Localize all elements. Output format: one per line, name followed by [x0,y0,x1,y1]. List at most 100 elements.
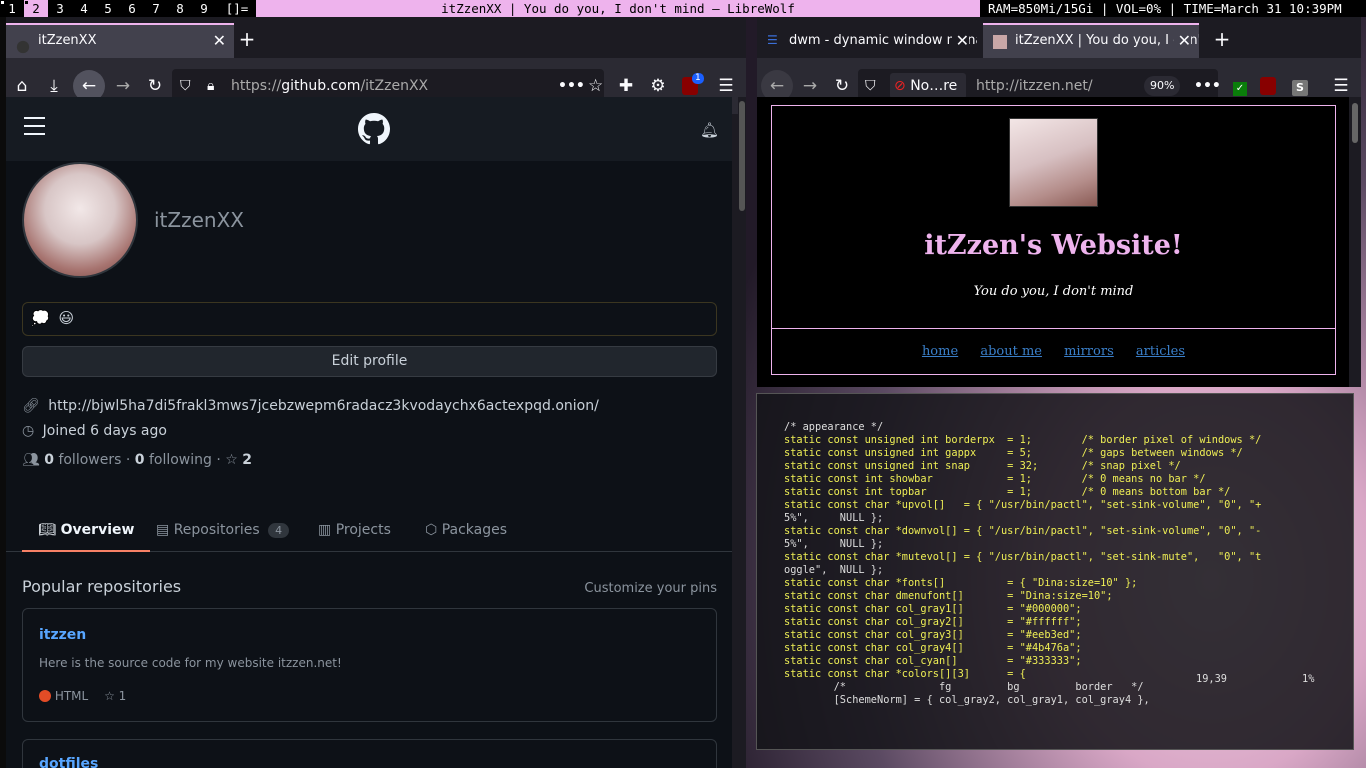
left-browser-window: itZzenXX ✕ + ⌂ ⤓ ← → ↻ ⛉ 🔒︎ https://gith… [0,17,746,768]
dwm-favicon-icon: ☰ [767,33,778,47]
repo-name-link[interactable]: itzzen [39,627,86,643]
tab-projects[interactable]: ▥ Projects [318,511,391,552]
close-tab-icon[interactable]: ✕ [213,25,226,56]
repo-count-badge: 4 [268,523,290,538]
tab-overview[interactable]: 📖︎ Overview [22,511,151,552]
site-avatar-image [1009,118,1098,207]
layout-symbol[interactable]: []= [222,0,252,17]
github-favicon-icon [16,35,30,54]
repo-stars[interactable]: 1 [119,689,127,703]
tab-dwm-title: dwm - dynamic window manager [789,33,977,48]
workspace-tag-2[interactable]: 2 [24,0,48,17]
tab-strip: itZzenXX ✕ + [6,17,746,58]
nav-link-articles[interactable]: articles [1136,344,1185,359]
notifications-bell-icon[interactable]: 🔔︎ [700,121,719,139]
scrollbar[interactable] [738,97,746,768]
workspace-tag-3[interactable]: 3 [48,0,72,17]
repo-language: HTML [54,689,89,703]
new-tab-button[interactable]: + [1207,23,1237,58]
followers-count[interactable]: 0 [44,452,54,468]
star-icon[interactable]: ☆ [104,689,115,703]
workspace-tag-7[interactable]: 7 [144,0,168,17]
itzzen-page: itZzen's Website! You do you, I don't mi… [757,97,1349,387]
workspace-tag-9[interactable]: 9 [192,0,216,17]
edit-profile-button[interactable]: Edit profile [22,346,717,377]
close-tab-icon[interactable]: ✕ [951,23,969,58]
workspace-tag-1[interactable]: 1 [0,0,24,17]
workspace-tag-5[interactable]: 5 [96,0,120,17]
site-title: itZzen's Website! [924,230,1183,261]
repo-meta: HTML ☆ 1 [39,689,126,703]
code-line: [SchemeNorm] = { col_gray2, col_gray1, c… [784,694,1150,706]
joined-text: Joined 6 days ago [42,423,167,439]
tab-packages[interactable]: ⬡ Packages [425,511,507,552]
nav-link-mirrors[interactable]: mirrors [1064,344,1114,359]
tab-projects-label: Projects [335,522,391,538]
package-icon: ⬡ [425,522,438,538]
url-scheme: https:// [231,78,282,94]
language-color-dot [39,690,51,702]
status-text: RAM=850Mi/15Gi | VOL=0% | TIME=March 31 … [988,1,1342,16]
following-count[interactable]: 0 [135,452,145,468]
tab-dwm[interactable]: ☰ dwm - dynamic window manager ✕ [757,23,977,58]
status-box[interactable]: 💭 😃 [22,302,717,336]
followers-label[interactable]: followers [58,452,121,468]
nav-link-about[interactable]: about me [980,344,1042,359]
customize-pins-link[interactable]: Customize your pins [584,581,717,596]
cursor-position: 19,39 [1196,673,1227,685]
code-line: static const char *fonts[] = { "Dina:siz… [784,577,1138,589]
tab-github[interactable]: itZzenXX ✕ [6,23,234,58]
code-line: static const char *downvol[] = { "/usr/b… [784,525,1262,537]
profile-tabs: 📖︎ Overview ▤ Repositories 4 ▥ Projects … [6,511,732,552]
zoom-level[interactable]: 90% [1144,76,1181,96]
book-icon: 📖︎ [38,522,56,538]
workspace-tag-8[interactable]: 8 [168,0,192,17]
onion-link[interactable]: http://bjwl5ha7di5frakl3mws7jcebzwepm6ra… [48,398,599,414]
workspace-tag-4[interactable]: 4 [72,0,96,17]
right-browser-window: ☰ dwm - dynamic window manager ✕ itZzenX… [757,17,1361,387]
repo2-name-link[interactable]: dotfiles [39,756,98,768]
scrollbar-thumb[interactable] [739,101,745,211]
link-icon: 🔗︎ [22,398,40,414]
code-line: static const unsigned int snap = 32; /* … [784,460,1181,472]
workspace-tag-6[interactable]: 6 [120,0,144,17]
smiley-icon: 😃 [58,309,75,327]
site-header-box: itZzen's Website! You do you, I don't mi… [771,105,1336,375]
hamburger-menu-icon[interactable] [24,117,45,135]
pinned-repo-card-2: dotfiles [22,739,717,768]
stars-count[interactable]: 2 [242,452,252,468]
url-path: /itZzenXX [360,78,429,94]
ublock-badge: 1 [692,73,704,84]
following-label[interactable]: following [149,452,212,468]
profile-username: itZzenXX [154,208,244,232]
code-line: static const char *colors[][3] = { [784,668,1026,680]
tab-title: itZzenXX [38,33,97,48]
github-logo-icon[interactable] [358,113,390,149]
star-icon: ☆ [225,452,238,468]
scrollbar-right[interactable] [1349,97,1361,387]
scroll-percent: 1% [1302,673,1315,685]
code-line: static const int showbar = 1; /* 0 means… [784,473,1206,485]
code-line: static const char *mutevol[] = { "/usr/b… [784,551,1262,563]
popular-repos-heading: Popular repositories [22,577,182,596]
code-line: /* appearance */ [784,421,884,433]
code-line: 5%", NULL }; [784,512,884,524]
url-host: github.com [281,78,361,94]
onion-link-row: 🔗︎ http://bjwl5ha7di5frakl3mws7jcebzwepm… [22,398,599,414]
avatar[interactable] [22,162,138,278]
terminal-window[interactable]: /* appearance */ static const unsigned i… [756,393,1354,750]
new-tab-button[interactable]: + [232,23,262,58]
nav-link-home[interactable]: home [922,344,958,359]
noscript-indicator[interactable]: ⊘ No…re [890,73,966,99]
clock-icon: ◷ [22,423,35,439]
code-line: static const char col_gray3[] = "#eeb3ed… [784,629,1082,641]
code-line: static const char col_gray1[] = "#000000… [784,603,1082,615]
close-tab-icon[interactable]: ✕ [1173,25,1191,56]
tab-repositories[interactable]: ▤ Repositories 4 [156,511,290,552]
window-title: itZzenXX | You do you, I don't mind — Li… [256,0,980,17]
followers-row: 👥︎ 0 followers · 0 following · ☆ 2 [22,452,253,468]
tab-itzzen[interactable]: itZzenXX | You do you, I don't mind ✕ [983,23,1199,58]
scrollbar-thumb[interactable] [1352,103,1358,143]
repo-description: Here is the source code for my website i… [39,656,342,670]
site-subtitle: You do you, I don't mind [973,284,1134,299]
